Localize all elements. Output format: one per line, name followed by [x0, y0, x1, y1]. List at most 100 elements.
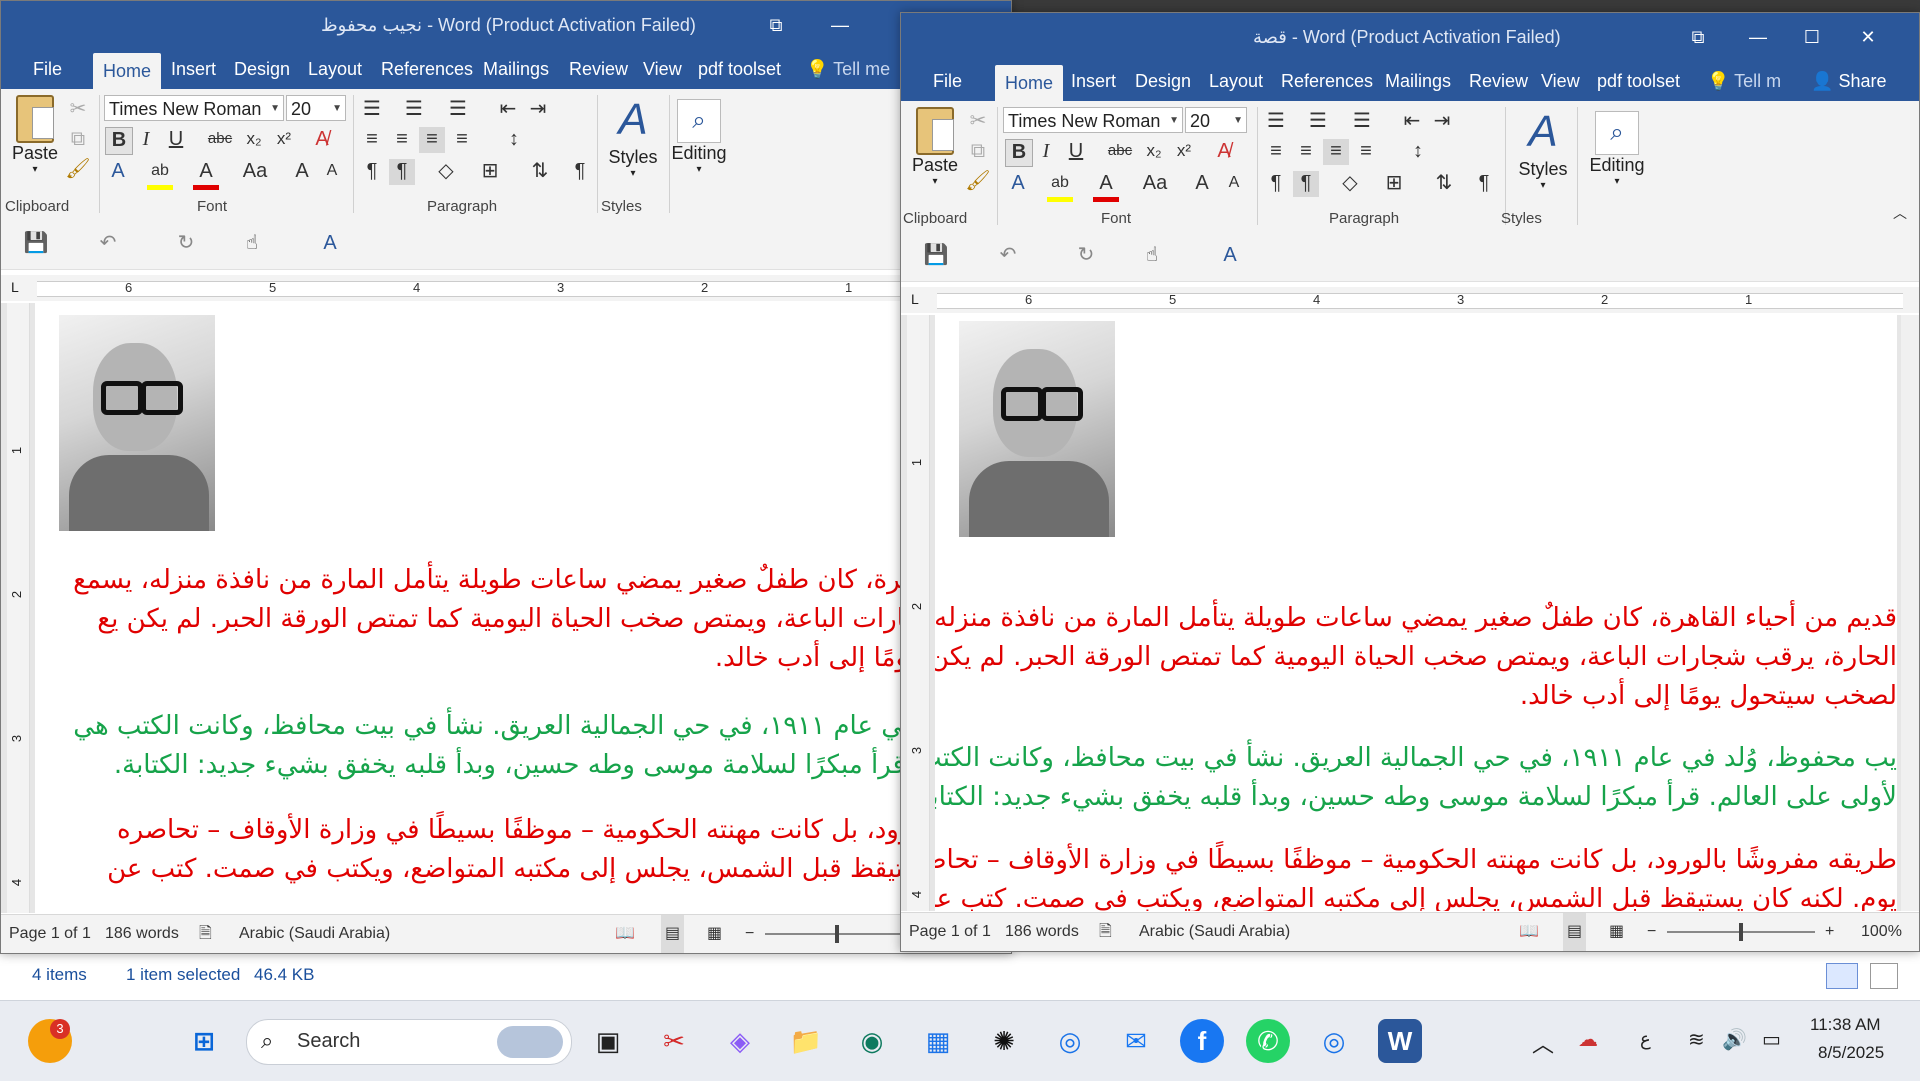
justify-icon[interactable]: ≡ — [1353, 139, 1379, 165]
borders-icon[interactable]: ⊞ — [1381, 171, 1407, 197]
close-icon[interactable]: ✕ — [1841, 13, 1895, 61]
redo-icon[interactable]: ↻ — [173, 231, 199, 257]
read-mode-icon[interactable]: 📖 — [1519, 913, 1539, 951]
numbering-icon[interactable]: ☰ — [401, 97, 427, 123]
onedrive-status-icon[interactable]: ☁ — [1578, 1027, 1598, 1052]
superscript-icon[interactable]: x² — [1171, 139, 1197, 165]
title-bar[interactable]: نجيب محفوظ - Word (Product Activation Fa… — [1, 1, 1011, 49]
undo-icon[interactable]: ↶ — [995, 243, 1021, 269]
sort-icon[interactable]: ⇅ — [1431, 171, 1457, 197]
tab-pdf-toolset[interactable]: pdf toolset — [698, 49, 781, 89]
details-view-icon[interactable] — [1826, 963, 1858, 989]
vertical-scrollbar[interactable] — [1901, 315, 1919, 911]
whatsapp-icon[interactable]: ✆ — [1246, 1019, 1290, 1063]
proofing-icon[interactable]: 🗎 — [1099, 913, 1112, 951]
edge-browser-icon[interactable]: ◉ — [850, 1019, 894, 1063]
font-name-combo[interactable]: Times New Roman ▼ — [1003, 107, 1183, 133]
tab-selector-icon[interactable]: L — [911, 291, 919, 307]
author-photo[interactable] — [959, 321, 1115, 537]
align-center-icon[interactable]: ≡ — [1293, 139, 1319, 165]
ribbon-display-icon[interactable]: ⧉ — [749, 1, 803, 49]
clock-date[interactable]: 8/5/2025 — [1818, 1043, 1884, 1063]
styles-button[interactable]: A Styles ▾ — [1513, 105, 1573, 191]
align-right-icon[interactable]: ≡ — [1323, 139, 1349, 165]
word-taskbar-icon[interactable]: W — [1378, 1019, 1422, 1063]
shrink-font-icon[interactable]: A — [1221, 171, 1247, 197]
copy-icon[interactable]: ⧉ — [965, 139, 991, 165]
tab-layout[interactable]: Layout — [308, 49, 362, 89]
borders-icon[interactable]: ⊞ — [477, 159, 503, 185]
underline-icon[interactable]: U — [1063, 139, 1089, 165]
windows-start-icon[interactable]: ⊞ — [182, 1019, 226, 1063]
zoom-in-icon[interactable]: + — [1825, 913, 1834, 951]
zoom-out-icon[interactable]: − — [745, 915, 754, 953]
subscript-icon[interactable]: x₂ — [1141, 139, 1167, 165]
change-case-icon[interactable]: Aa — [1135, 171, 1175, 197]
tab-view[interactable]: View — [643, 49, 682, 89]
font-name-combo[interactable]: Times New Roman ▼ — [104, 95, 284, 121]
horizontal-ruler[interactable]: 6 5 4 3 2 1 — [37, 280, 1011, 297]
read-mode-icon[interactable]: 📖 — [615, 915, 635, 953]
copy-icon[interactable]: ⧉ — [65, 127, 91, 153]
tab-references[interactable]: References — [1281, 61, 1373, 101]
minimize-icon[interactable]: — — [1731, 13, 1785, 61]
volume-icon[interactable]: 🔊 — [1722, 1027, 1747, 1052]
ltr-icon[interactable]: ¶ — [359, 159, 385, 185]
zoom-out-icon[interactable]: − — [1647, 913, 1656, 951]
tab-selector-icon[interactable]: L — [11, 279, 19, 295]
document-page[interactable]: أحياء القاهرة، كان طفلٌ صغير يمضي ساعات … — [35, 303, 1011, 913]
text-effects-icon[interactable]: A — [105, 159, 131, 185]
styles-button[interactable]: A Styles ▾ — [603, 93, 663, 179]
show-marks-icon[interactable]: ¶ — [1471, 171, 1497, 197]
subscript-icon[interactable]: x₂ — [241, 127, 267, 153]
document-page[interactable]: قديم من أحياء القاهرة، كان طفلٌ صغير يمض… — [935, 315, 1897, 911]
collapse-ribbon-icon[interactable]: ︿ — [1887, 201, 1913, 227]
undo-icon[interactable]: ↶ — [95, 231, 121, 257]
cut-icon[interactable]: ✂ — [965, 109, 991, 135]
tab-review[interactable]: Review — [569, 49, 628, 89]
spelling-icon[interactable]: A — [317, 231, 343, 257]
strikethrough-icon[interactable]: abc — [207, 127, 233, 153]
page-count[interactable]: Page 1 of 1 — [9, 915, 91, 953]
shading-icon[interactable]: ◇ — [1337, 171, 1363, 197]
title-bar[interactable]: قصة - Word (Product Activation Failed) ⧉… — [901, 13, 1919, 61]
tab-view[interactable]: View — [1541, 61, 1580, 101]
tiles-view-icon[interactable] — [1870, 963, 1898, 989]
font-size-combo[interactable]: 20 ▼ — [1185, 107, 1247, 133]
store-icon[interactable]: ▦ — [916, 1019, 960, 1063]
tab-file[interactable]: File — [933, 61, 962, 101]
copilot-icon[interactable]: ◈ — [718, 1019, 762, 1063]
horizontal-ruler[interactable]: 6 5 4 3 2 1 — [937, 292, 1903, 309]
shrink-font-icon[interactable]: A — [319, 159, 345, 185]
zoom-slider-thumb[interactable] — [1739, 923, 1743, 941]
format-painter-icon[interactable]: 🖌 — [965, 169, 991, 195]
tell-me-search[interactable]: 💡 Tell m — [1707, 61, 1781, 101]
vertical-ruler[interactable]: 1 2 3 4 — [907, 315, 930, 911]
language[interactable]: Arabic (Saudi Arabia) — [1139, 913, 1290, 951]
justify-icon[interactable]: ≡ — [449, 127, 475, 153]
tab-home[interactable]: Home — [995, 65, 1064, 101]
decrease-indent-icon[interactable]: ⇤ — [1399, 109, 1425, 135]
proofing-icon[interactable]: 🗎 — [199, 915, 212, 953]
grow-font-icon[interactable]: A — [289, 159, 315, 185]
align-right-icon[interactable]: ≡ — [419, 127, 445, 153]
tell-me-search[interactable]: 💡 Tell me — [806, 49, 890, 89]
italic-icon[interactable]: I — [133, 127, 159, 153]
save-icon[interactable]: 💾 — [23, 231, 49, 257]
web-layout-icon[interactable]: ▦ — [1609, 913, 1624, 951]
format-painter-icon[interactable]: 🖌 — [65, 157, 91, 183]
tab-references[interactable]: References — [381, 49, 473, 89]
clock-time[interactable]: 11:38 AM — [1810, 1015, 1881, 1035]
sort-icon[interactable]: ⇅ — [527, 159, 553, 185]
increase-indent-icon[interactable]: ⇥ — [1429, 109, 1455, 135]
clear-formatting-icon[interactable]: A̸ — [309, 127, 335, 153]
vertical-ruler[interactable]: 1 2 3 4 — [7, 303, 30, 913]
align-left-icon[interactable]: ≡ — [359, 127, 385, 153]
share-button[interactable]: 👤 Share — [1811, 61, 1886, 101]
language-indicator[interactable]: ع — [1640, 1029, 1651, 1050]
zoom-level[interactable]: 100% — [1861, 913, 1902, 951]
tab-design[interactable]: Design — [1135, 61, 1191, 101]
print-layout-icon[interactable]: ▤ — [1563, 913, 1587, 951]
web-layout-icon[interactable]: ▦ — [707, 915, 722, 953]
print-layout-icon[interactable]: ▤ — [661, 915, 685, 953]
